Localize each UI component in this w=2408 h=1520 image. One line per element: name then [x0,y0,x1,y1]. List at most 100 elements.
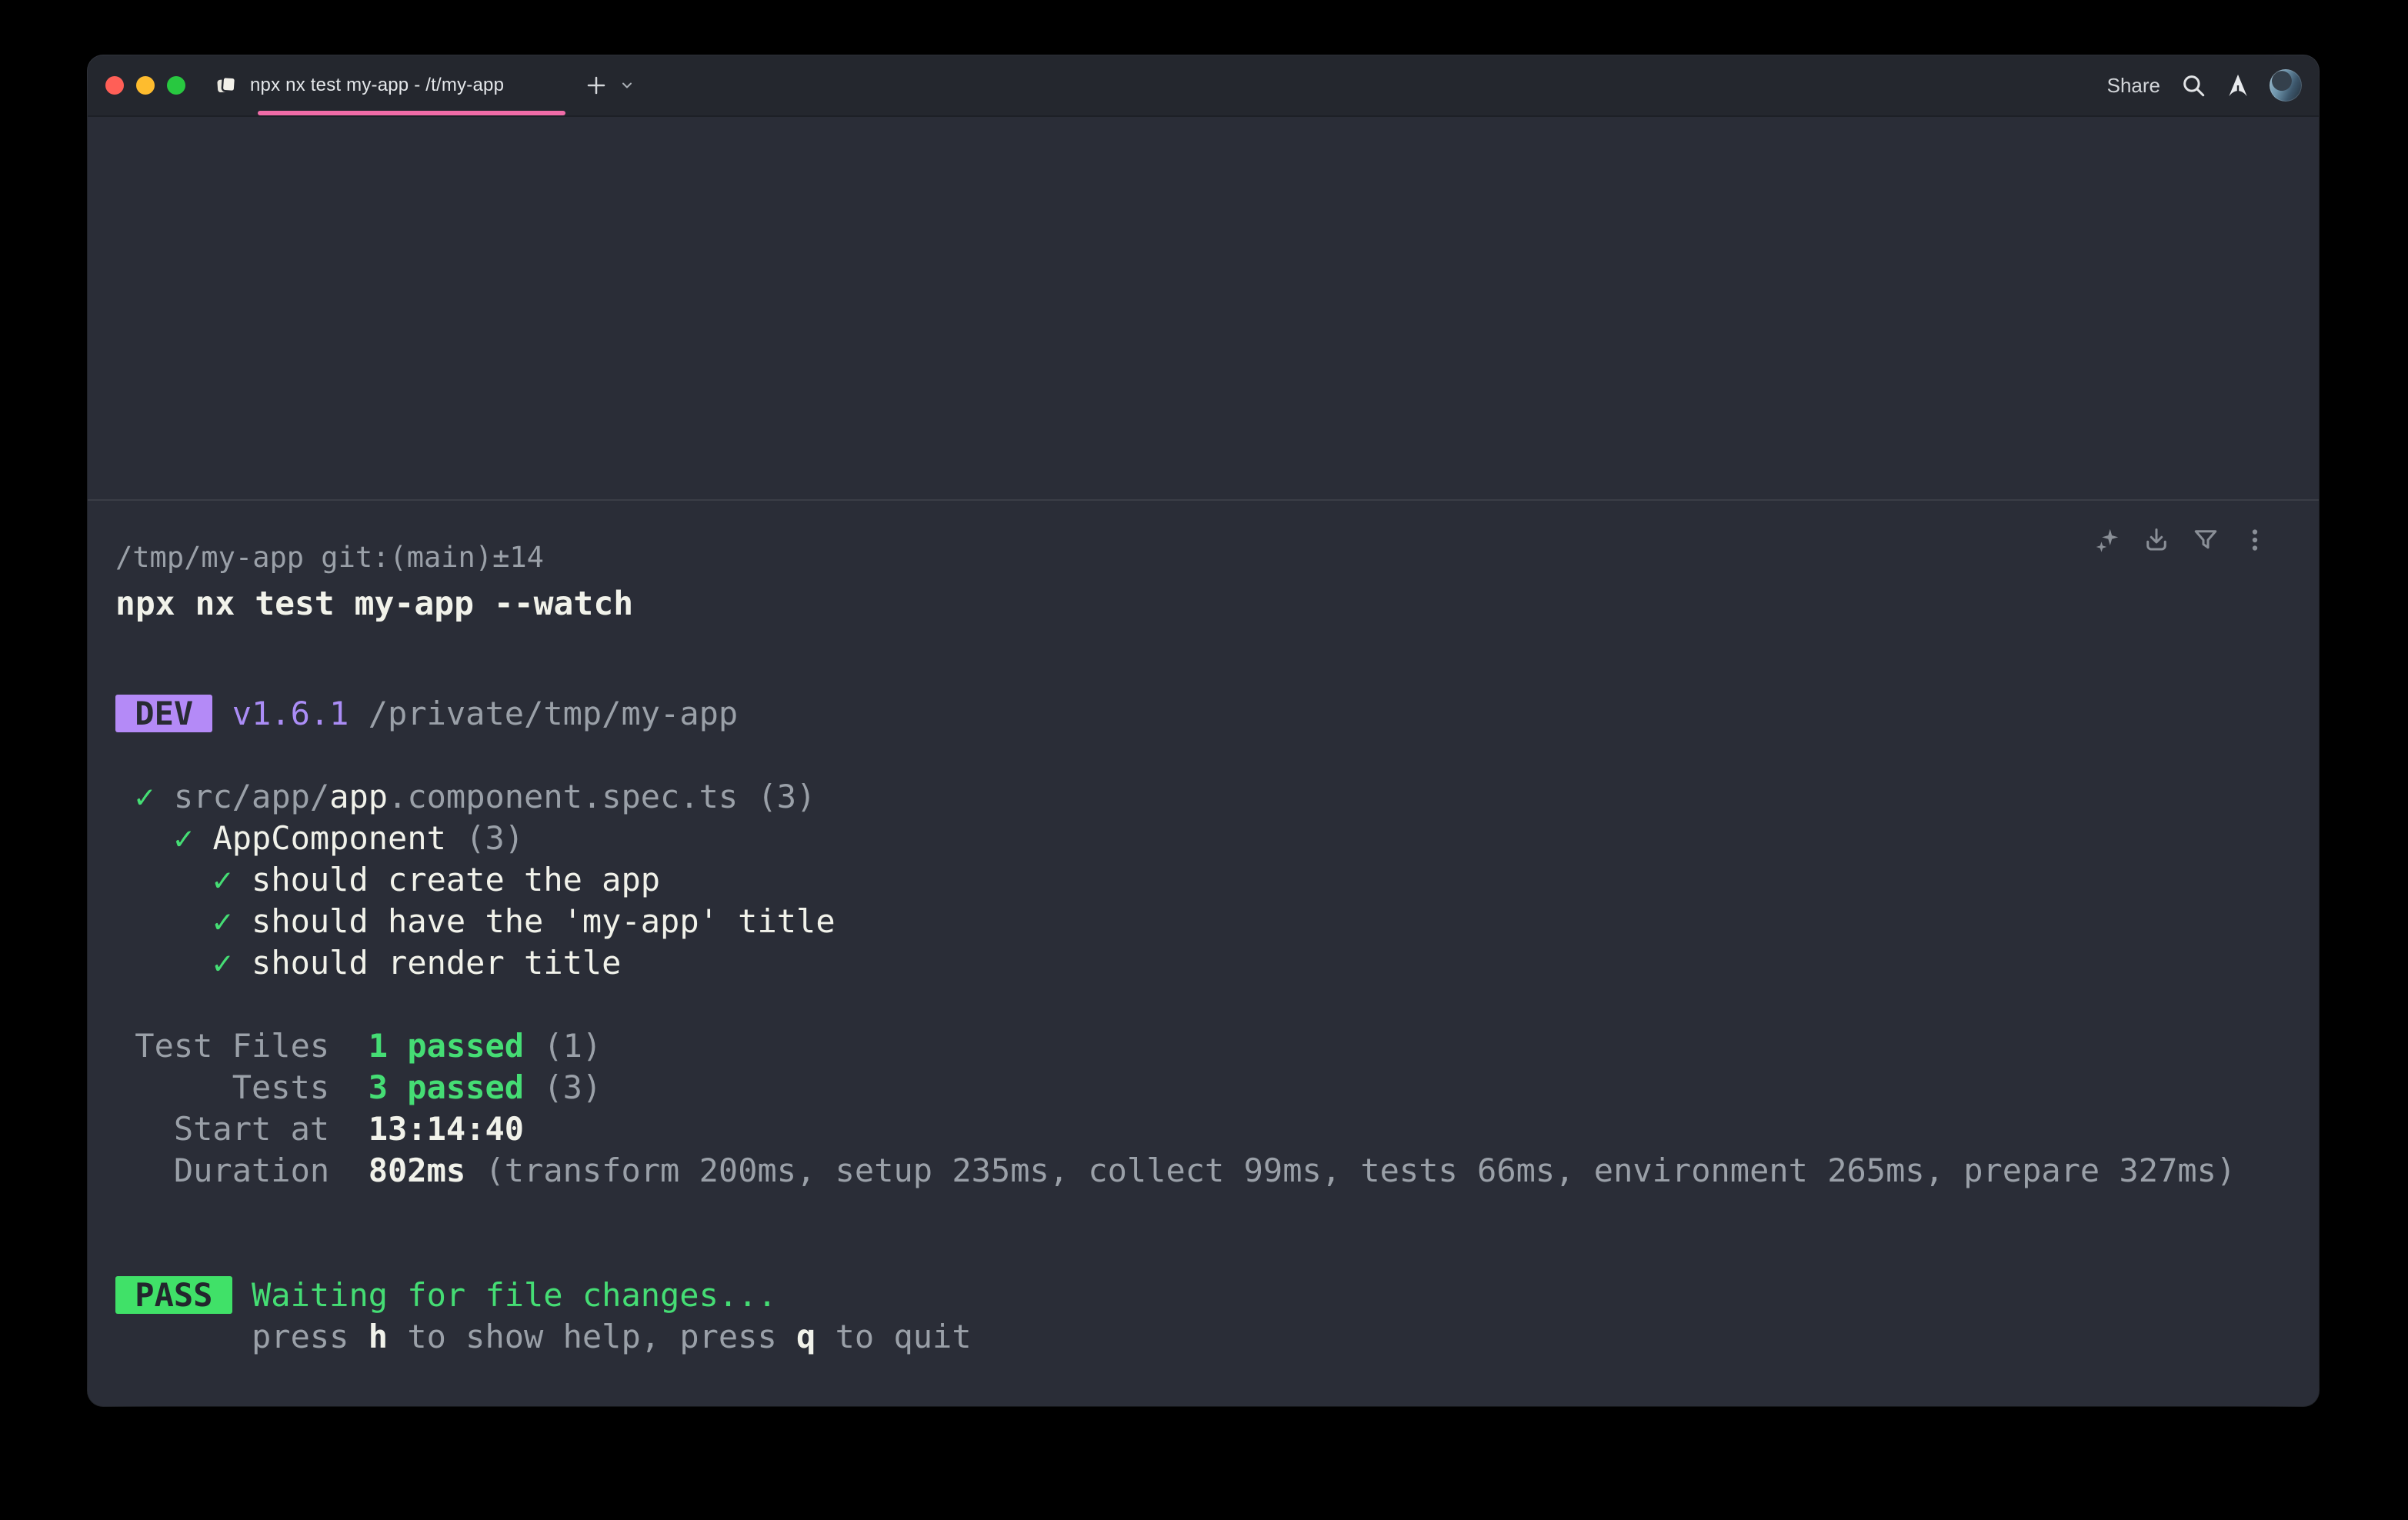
text-segment [115,902,212,940]
terminal-line [115,1233,2273,1275]
titlebar-right-cluster: Share [2107,69,2302,102]
spec-file: app [329,778,388,815]
block-output: DEV v1.6.1 /private/tmp/my-app ✓ src/app… [115,693,2273,1358]
terminal-line [115,1192,2273,1233]
filter-icon [2192,526,2220,554]
scrollback-area [88,117,2319,499]
text-segment [446,819,465,857]
terminal-screen: /tmp/my-app git:(main)±14 npx nx test my… [88,117,2319,1405]
hotkey-h: h [369,1318,388,1355]
terminal-line: Tests 3 passed (3) [115,1067,2273,1108]
test-count: (3) [758,778,816,815]
window-titlebar: npx nx test my-app - /t/my-app Share [88,55,2319,117]
command-text: npx nx test my-app --watch [115,579,2273,628]
text-segment: to show help, press [388,1318,796,1355]
search-button[interactable] [2180,72,2206,98]
share-button[interactable]: Share [2107,74,2160,98]
text-segment: to quit [815,1318,971,1355]
test-name: should render title [252,944,621,982]
terminal-line: Duration 802ms (transform 200ms, setup 2… [115,1150,2273,1192]
terminal-line: PASS Waiting for file changes... [115,1275,2273,1316]
user-avatar[interactable] [2270,69,2302,102]
active-tab-indicator [258,111,565,115]
summary-value: 802ms [369,1152,465,1189]
minimize-button[interactable] [136,76,155,95]
text-segment [329,1068,369,1106]
download-output-button[interactable] [2142,525,2171,555]
text-segment [524,1027,543,1065]
block-actions [2093,525,2270,555]
tab-active[interactable]: npx nx test my-app - /t/my-app [215,55,569,115]
text-segment [115,1027,135,1065]
terminal-line: ✓ src/app/app.component.spec.ts (3) [115,776,2273,818]
sparkles-icon [2093,526,2121,554]
terminal-line: ✓ should create the app [115,859,2273,901]
warp-menu-button[interactable] [2226,73,2250,98]
check-icon: ✓ [174,819,193,857]
check-icon: ✓ [212,861,232,898]
duration-breakdown: (transform 200ms, setup 235ms, collect 9… [485,1152,2236,1189]
text-segment: (1) [543,1027,602,1065]
summary-value: 1 passed [369,1027,524,1065]
pages-icon [215,74,238,97]
text-segment: (3) [543,1068,602,1106]
text-segment [524,1068,543,1106]
hotkey-q: q [796,1318,815,1355]
chevron-down-icon [619,78,635,93]
summary-label: Duration [174,1152,329,1189]
terminal-line: Start at 13:14:40 [115,1108,2273,1150]
text-segment [232,902,252,940]
text-segment [115,944,212,982]
text-segment [115,861,212,898]
text-segment [232,861,252,898]
terminal-line: Test Files 1 passed (1) [115,1025,2273,1067]
text-segment [329,1152,369,1189]
suite-name: AppComponent [212,819,445,857]
terminal-line: press h to show help, press q to quit [115,1316,2273,1358]
summary-label: Start at [174,1110,329,1148]
text-segment: press [252,1318,369,1355]
text-segment [115,778,135,815]
new-tab-button[interactable] [581,70,612,101]
summary-value: 13:14:40 [369,1110,524,1148]
test-name: should have the 'my-app' title [252,902,835,940]
spec-file-ext: .component.spec.ts [388,778,738,815]
dev-badge: DEV [115,695,212,732]
text-segment [212,695,232,732]
command-block: /tmp/my-app git:(main)±14 npx nx test my… [88,501,2319,1358]
watch-status: Waiting for file changes... [252,1276,777,1314]
zoom-button[interactable] [167,76,185,95]
text-segment [115,819,174,857]
block-more-menu-button[interactable] [2240,525,2270,555]
terminal-line [115,735,2273,776]
terminal-window: npx nx test my-app - /t/my-app Share [88,55,2319,1406]
text-segment [232,1276,252,1314]
summary-label: Tests [232,1068,329,1106]
terminal-line: DEV v1.6.1 /private/tmp/my-app [115,693,2273,735]
text-segment [155,778,174,815]
text-segment [738,778,757,815]
close-button[interactable] [105,76,124,95]
text-segment [465,1152,485,1189]
text-segment [115,1152,174,1189]
text-segment [329,1027,369,1065]
check-icon: ✓ [212,944,232,982]
check-icon: ✓ [212,902,232,940]
text-segment [193,819,212,857]
pass-badge: PASS [115,1276,232,1314]
text-segment [329,1110,369,1148]
filter-output-button[interactable] [2191,525,2220,555]
test-count: (3) [465,819,524,857]
text-segment [115,1110,174,1148]
summary-value: 3 passed [369,1068,524,1106]
vitest-version: v1.6.1 [232,695,349,732]
text-segment [349,695,368,732]
tab-dropdown-button[interactable] [615,70,639,101]
terminal-line: ✓ should render title [115,942,2273,984]
plus-icon [585,74,608,97]
terminal-line [115,984,2273,1025]
text-segment [115,1068,232,1106]
ai-explain-button[interactable] [2093,525,2122,555]
warp-logo-icon [2226,73,2250,98]
summary-label: Test Files [135,1027,329,1065]
